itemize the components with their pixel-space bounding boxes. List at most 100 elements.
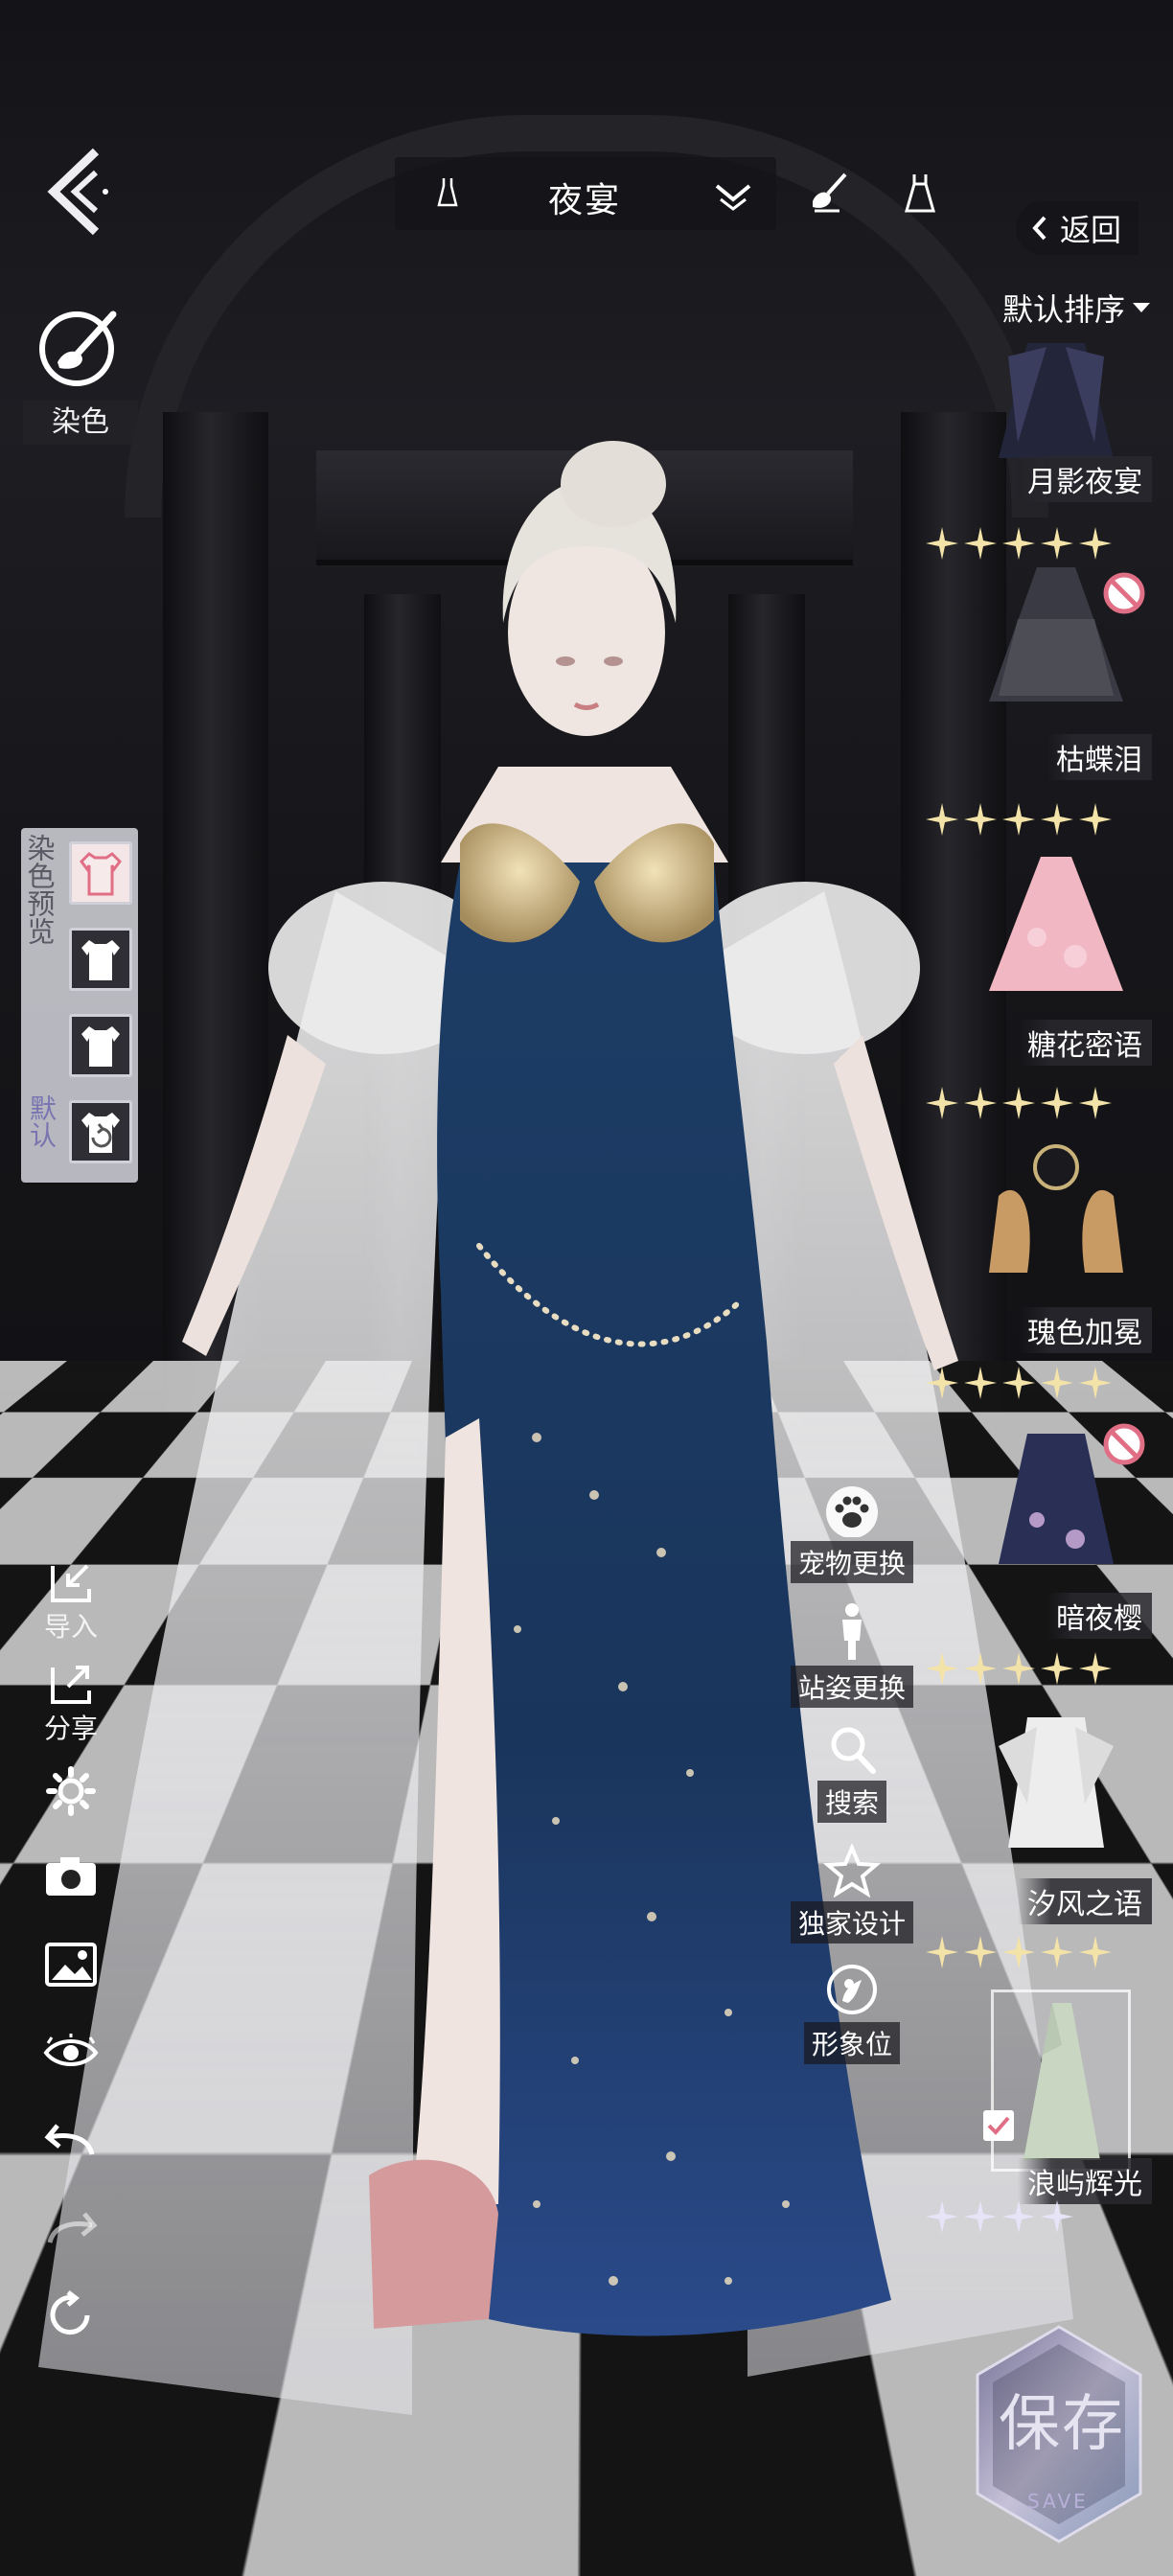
checkbox-checked[interactable] bbox=[983, 2110, 1014, 2141]
share-button[interactable]: 分享 bbox=[36, 1662, 105, 1746]
chevron-down-icon[interactable] bbox=[711, 178, 755, 213]
exclusive-design-label: 独家设计 bbox=[790, 1901, 913, 1944]
swatch-white-tee-2[interactable] bbox=[69, 1014, 132, 1077]
outfit-item[interactable]: 暗夜樱 bbox=[926, 1424, 1160, 1712]
star-icon bbox=[1002, 1087, 1035, 1119]
star-icon bbox=[1079, 1652, 1112, 1685]
rating-stars bbox=[924, 1934, 1114, 1970]
search-button[interactable]: 搜索 bbox=[790, 1723, 914, 1823]
star-icon bbox=[1041, 1087, 1073, 1119]
dye-preview-panel: 染色预览 默认 bbox=[21, 828, 138, 1183]
undo-icon bbox=[44, 2124, 95, 2155]
sort-dropdown[interactable]: 默认排序 bbox=[1002, 286, 1152, 330]
return-button[interactable]: 返回 bbox=[1016, 201, 1139, 255]
outfit-name: 夜宴 bbox=[548, 181, 622, 220]
dress-icon bbox=[437, 178, 458, 207]
star-icon bbox=[1002, 803, 1035, 836]
disabled-icon bbox=[1103, 1423, 1145, 1465]
swatch-reset[interactable] bbox=[69, 1100, 132, 1163]
star-icon bbox=[964, 803, 997, 836]
star-icon bbox=[1041, 527, 1073, 560]
settings-button[interactable] bbox=[36, 1765, 105, 1817]
brush-icon[interactable] bbox=[805, 169, 849, 217]
star-icon bbox=[964, 527, 997, 560]
star-icon bbox=[926, 1367, 958, 1399]
tshirt-icon bbox=[81, 1026, 120, 1067]
star-icon bbox=[1002, 2200, 1035, 2233]
back-chevron-icon[interactable] bbox=[38, 144, 115, 240]
sort-label: 默认排序 bbox=[1002, 291, 1126, 328]
star-icon bbox=[926, 2200, 958, 2233]
person-icon bbox=[842, 1603, 862, 1660]
settings-icon bbox=[46, 1766, 96, 1816]
disabled-icon bbox=[1103, 572, 1145, 614]
caret-down-icon bbox=[1133, 303, 1151, 312]
star-icon bbox=[1002, 527, 1035, 560]
dye-label[interactable]: 染色 bbox=[23, 401, 138, 445]
outfit-item[interactable]: 瑰色加冕 bbox=[926, 1138, 1160, 1426]
reset-button[interactable] bbox=[36, 2288, 105, 2340]
search-icon bbox=[831, 1727, 876, 1774]
outfit-name-label: 月影夜宴 bbox=[1018, 456, 1152, 502]
swatch-pink-top[interactable] bbox=[69, 841, 132, 905]
redo-icon bbox=[47, 2212, 98, 2243]
outfit-item[interactable]: 糖花密语 bbox=[926, 851, 1160, 1138]
star-icon bbox=[926, 527, 958, 560]
image-slot-label: 形象位 bbox=[803, 2022, 900, 2064]
check-icon bbox=[987, 2116, 1010, 2135]
pillar bbox=[163, 412, 268, 1418]
redo-button[interactable] bbox=[36, 2204, 105, 2246]
import-button[interactable]: 导入 bbox=[36, 1560, 105, 1644]
dye-icon[interactable] bbox=[36, 305, 123, 391]
hide-ui-button[interactable] bbox=[36, 2034, 105, 2072]
outfit-name-label: 暗夜樱 bbox=[1046, 1593, 1152, 1639]
rating-stars bbox=[924, 2198, 1075, 2235]
pose-change-button[interactable]: 站姿更换 bbox=[790, 1602, 914, 1708]
rating-stars bbox=[924, 1085, 1114, 1121]
import-label: 导入 bbox=[43, 1611, 98, 1643]
dye-preview-default[interactable]: 默认 bbox=[26, 1094, 58, 1148]
rating-stars bbox=[924, 801, 1114, 838]
star-icon bbox=[1079, 803, 1112, 836]
star-icon bbox=[1041, 2200, 1073, 2233]
outfit-thumbnail bbox=[999, 1717, 1114, 1848]
swatch-white-tee-1[interactable] bbox=[69, 928, 132, 991]
star-icon bbox=[964, 2200, 997, 2233]
undo-button[interactable] bbox=[36, 2116, 105, 2158]
star-icon bbox=[926, 1652, 958, 1685]
outfit-name-label: 糖花密语 bbox=[1018, 1020, 1152, 1066]
dye-preview-title: 染色预览 bbox=[23, 834, 56, 945]
outfit-thumbnail bbox=[989, 1144, 1123, 1273]
outfit-selector[interactable]: 夜宴 bbox=[395, 157, 776, 230]
outfit-item-selected[interactable]: 浪屿辉光 bbox=[926, 1988, 1160, 2256]
save-sub-label: SAVE bbox=[1027, 2490, 1089, 2513]
outfit-thumbnail bbox=[999, 343, 1114, 458]
tshirt-icon bbox=[80, 852, 122, 896]
profile-slot-icon bbox=[827, 1965, 877, 2014]
import-icon bbox=[51, 1564, 91, 1602]
exclusive-design-button[interactable]: 独家设计 bbox=[790, 1844, 914, 1944]
pillar bbox=[364, 594, 441, 1457]
star-icon bbox=[1002, 1936, 1035, 1968]
dress-outline-icon[interactable] bbox=[901, 171, 939, 218]
pose-change-label: 站姿更换 bbox=[790, 1666, 913, 1708]
album-button[interactable] bbox=[36, 1942, 105, 1988]
star-icon bbox=[926, 1936, 958, 1968]
rating-stars bbox=[924, 525, 1114, 562]
save-label: 保存 bbox=[999, 2389, 1125, 2460]
star-outline-icon bbox=[823, 1844, 881, 1898]
image-slot-button[interactable]: 形象位 bbox=[790, 1963, 914, 2064]
eye-icon bbox=[43, 2034, 99, 2066]
star-icon bbox=[1079, 1367, 1112, 1399]
outfit-thumbnail bbox=[989, 857, 1123, 991]
camera-button[interactable] bbox=[36, 1853, 105, 1899]
outfit-name-label: 瑰色加冕 bbox=[1018, 1307, 1152, 1353]
outfit-thumbnail bbox=[1024, 2003, 1100, 2160]
star-icon bbox=[964, 1087, 997, 1119]
pet-change-button[interactable]: 宠物更换 bbox=[790, 1484, 914, 1583]
outfit-item[interactable]: 月影夜宴 bbox=[926, 337, 1160, 577]
outfit-item[interactable]: 汐风之语 bbox=[926, 1708, 1160, 1986]
pet-change-label: 宠物更换 bbox=[790, 1541, 913, 1583]
search-label: 搜索 bbox=[816, 1781, 886, 1823]
outfit-name-label: 枯蝶泪 bbox=[1046, 734, 1152, 780]
